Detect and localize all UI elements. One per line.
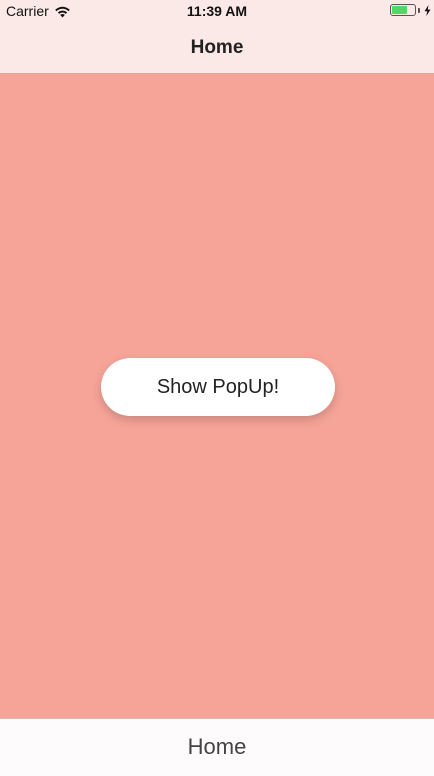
battery-icon xyxy=(390,4,416,16)
app-screen: Carrier 11:39 AM Home Show PopUp! Home xyxy=(0,0,434,776)
tab-home[interactable]: Home xyxy=(188,734,247,760)
status-time: 11:39 AM xyxy=(186,3,248,19)
show-popup-button[interactable]: Show PopUp! xyxy=(101,358,335,416)
top-bar: Carrier 11:39 AM Home xyxy=(0,0,434,74)
bottom-tab-bar: Home xyxy=(0,718,434,776)
battery-fill xyxy=(392,6,408,14)
battery-indicator xyxy=(390,4,431,16)
status-bar: Carrier 11:39 AM xyxy=(0,0,434,22)
charging-bolt-icon xyxy=(424,4,431,16)
battery-tip xyxy=(418,7,420,13)
page-title: Home xyxy=(190,37,244,58)
